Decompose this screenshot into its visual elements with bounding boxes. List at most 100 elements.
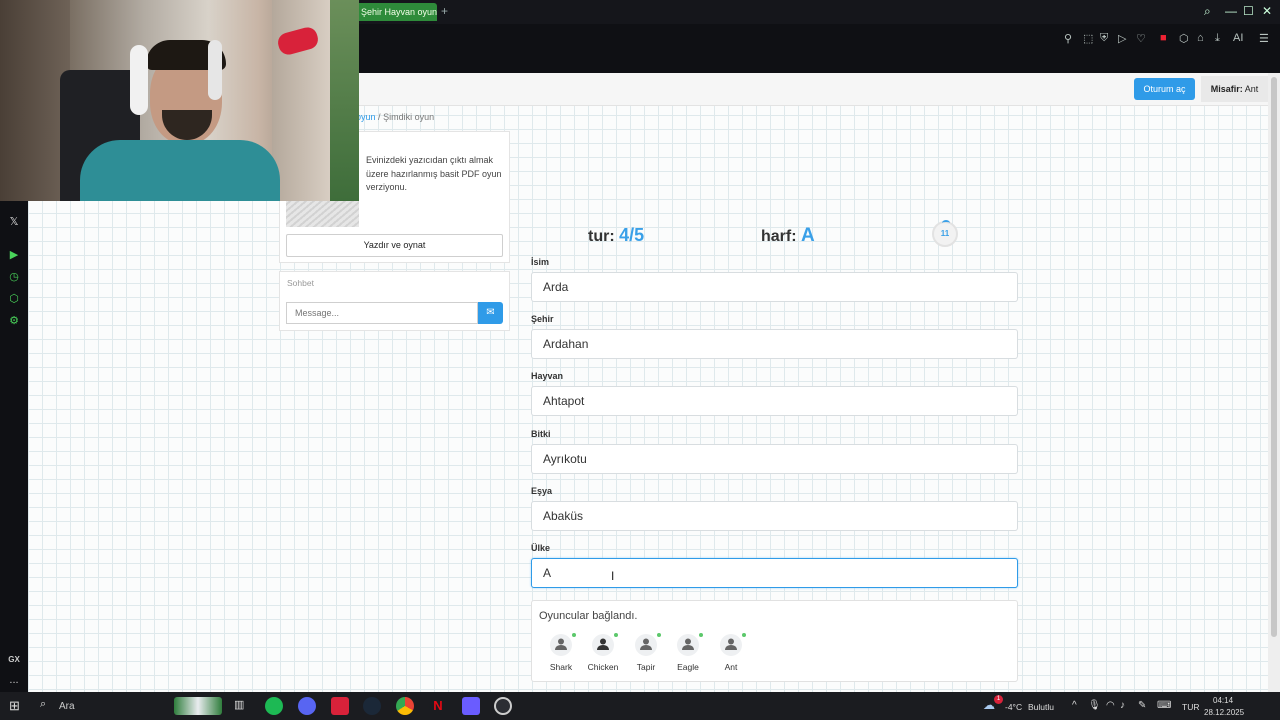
windows-start-icon[interactable]: ⊞ <box>9 698 20 714</box>
player-avatar-icon <box>550 633 576 656</box>
field-input-ulke[interactable]: A <box>531 558 1018 588</box>
round-label: tur: <box>588 228 615 245</box>
weather-notification-badge: 1 <box>994 695 1003 704</box>
field-label-hayvan: Hayvan <box>531 371 564 381</box>
menu-icon[interactable]: ☰ <box>1259 32 1269 45</box>
steam-icon[interactable] <box>363 697 381 715</box>
snapshot-icon[interactable]: ⬚ <box>1083 32 1093 45</box>
extension-icon[interactable]: ■ <box>1160 32 1167 44</box>
temperature: -4°C <box>1005 702 1023 712</box>
microphone-icon[interactable]: 🎙 <box>1088 700 1101 711</box>
cube-icon[interactable]: ⬡ <box>7 292 21 306</box>
puzzle-icon[interactable]: ⬡ <box>1179 32 1189 45</box>
wallet-icon[interactable]: ⌂ <box>1197 32 1204 44</box>
player-avatar-icon <box>720 633 746 656</box>
player-avatar-icon <box>635 633 661 656</box>
player-name: Shark <box>549 662 573 672</box>
chat-send-button[interactable]: ✉ <box>478 302 503 324</box>
obs-icon[interactable] <box>494 697 512 715</box>
taskbar-search[interactable]: Ara <box>36 696 172 718</box>
wifi-icon[interactable]: ◠ <box>1106 700 1115 711</box>
text-cursor-icon: I <box>611 569 615 583</box>
discord-icon[interactable] <box>298 697 316 715</box>
scrollbar-thumb[interactable] <box>1271 77 1277 637</box>
field-label-sehir: Şehir <box>531 314 554 324</box>
search-highlight-image[interactable] <box>174 697 222 715</box>
field-input-hayvan[interactable]: Ahtapot <box>531 386 1018 416</box>
gx-label[interactable]: GX <box>7 653 21 667</box>
online-dot <box>742 633 746 637</box>
clock-icon[interactable]: ◷ <box>7 270 21 284</box>
field-label-esya: Eşya <box>531 486 553 496</box>
spotify-icon[interactable] <box>265 697 283 715</box>
round-indicator: tur: 4/5 <box>588 225 644 246</box>
field-input-esya[interactable]: Abaküs <box>531 501 1018 531</box>
weather-text: Bulutlu <box>1028 702 1054 712</box>
shield-icon[interactable]: ⛨ <box>1100 32 1108 45</box>
player-avatar-icon <box>677 633 703 656</box>
x-icon[interactable]: 𝕏 <box>7 215 21 229</box>
more-icon[interactable]: ... <box>7 673 21 687</box>
maximize-icon[interactable]: ☐ <box>1243 4 1254 18</box>
vpn-icon[interactable] <box>462 697 480 715</box>
field-input-bitki[interactable]: Ayrıkotu <box>531 444 1018 474</box>
online-dot <box>614 633 618 637</box>
field-label-bitki: Bitki <box>531 429 551 439</box>
ai-button[interactable]: AI <box>1233 32 1243 44</box>
pdf-preview-thumbnail <box>286 201 359 227</box>
guest-label: Misafir: <box>1210 84 1243 94</box>
player-name: Chicken <box>587 662 619 672</box>
guest-badge[interactable]: Misafir: Ant <box>1201 76 1268 102</box>
login-button[interactable]: Oturum aç <box>1134 78 1195 100</box>
clock-time[interactable]: 04:14 <box>1213 696 1233 705</box>
play-icon[interactable]: ▶ <box>7 248 21 262</box>
online-dot <box>657 633 661 637</box>
search-icon[interactable]: ⌕ <box>1204 4 1211 19</box>
online-dot <box>572 633 576 637</box>
print-description: Evinizdeki yazıcıdan çıktı almak üzere h… <box>366 155 502 192</box>
player-name: Eagle <box>677 662 699 672</box>
player-name: Ant <box>724 662 738 672</box>
settings-icon[interactable]: ⚙ <box>7 314 21 328</box>
volume-icon[interactable]: ♪ <box>1120 700 1125 711</box>
print-and-play-button[interactable]: Yazdır ve oynat <box>286 234 503 257</box>
pin-icon[interactable]: ⚲ <box>1064 32 1072 45</box>
player-icon[interactable]: ▷ <box>1118 32 1126 45</box>
language-indicator[interactable]: TUR <box>1182 702 1199 712</box>
chat-message-input[interactable] <box>286 302 478 324</box>
players-status-message: Oyuncular bağlandı. <box>539 610 638 622</box>
round-value: 4/5 <box>619 225 645 245</box>
chevron-up-icon[interactable]: ^ <box>1072 700 1077 711</box>
field-label-isim: İsim <box>531 257 550 267</box>
field-label-ulke: Ülke <box>531 543 551 553</box>
field-input-sehir[interactable]: Ardahan <box>531 329 1018 359</box>
chrome-icon[interactable] <box>396 697 414 715</box>
heart-icon[interactable]: ♡ <box>1136 32 1146 45</box>
pen-icon[interactable]: ✎ <box>1138 700 1146 711</box>
letter-label: harf: <box>761 228 797 245</box>
download-icon[interactable]: ⤓ <box>1215 32 1220 45</box>
opera-gx-icon[interactable] <box>331 697 349 715</box>
player-card: Ant <box>711 633 751 672</box>
field-input-isim[interactable]: Arda <box>531 272 1018 302</box>
clock-date[interactable]: 28.12.2025 <box>1204 708 1244 717</box>
player-card: Shark <box>541 633 581 672</box>
guest-name: Ant <box>1244 84 1259 94</box>
minimize-icon[interactable]: — <box>1225 4 1237 18</box>
new-tab-button[interactable]: + <box>441 4 448 18</box>
player-card: Eagle <box>668 633 708 672</box>
breadcrumb: oyun / Şimdiki oyun <box>356 112 434 122</box>
chat-title: Sohbet <box>287 278 314 288</box>
letter-indicator: harf: A <box>761 225 815 247</box>
netflix-icon[interactable]: N <box>429 697 447 715</box>
webcam-overlay <box>0 0 359 201</box>
player-card: Chicken <box>583 633 623 672</box>
chat-bubble-icon: ✉ <box>486 307 495 318</box>
online-dot <box>699 633 703 637</box>
task-view-icon[interactable]: ▥ <box>234 698 244 711</box>
player-card: Tapir <box>626 633 666 672</box>
keyboard-icon[interactable]: ⌨ <box>1157 700 1171 711</box>
player-avatar-icon <box>592 633 618 656</box>
scrollbar[interactable] <box>1268 73 1280 692</box>
close-icon[interactable]: ✕ <box>1262 4 1272 18</box>
